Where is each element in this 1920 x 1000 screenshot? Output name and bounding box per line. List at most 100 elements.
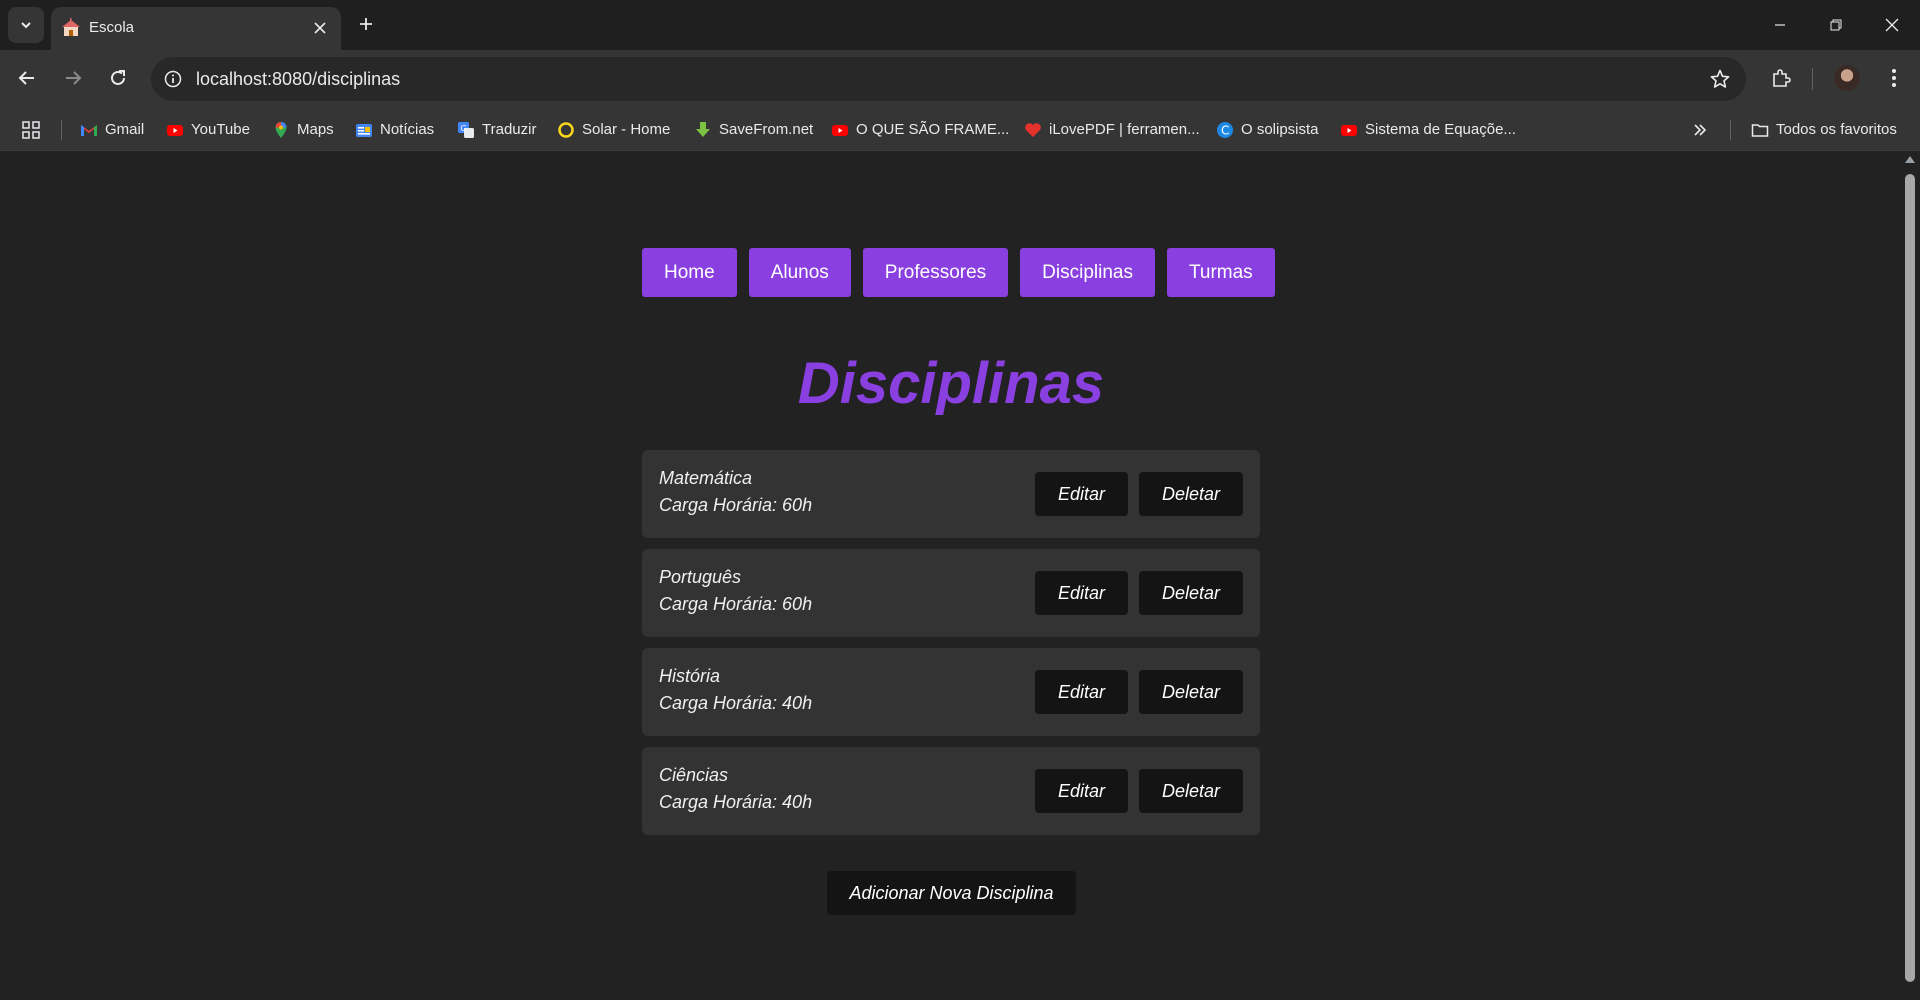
bookmark-solipsista[interactable]: C O solipsista (1216, 108, 1319, 151)
chevron-down-icon (21, 22, 31, 29)
disciplina-hours: Carga Horária: 40h (659, 693, 813, 713)
scroll-up-arrow-icon[interactable] (1905, 156, 1915, 163)
nav-turmas[interactable]: Turmas (1166, 248, 1275, 297)
page-scrollbar[interactable] (1900, 152, 1920, 1000)
delete-button[interactable]: Deletar (1139, 571, 1243, 615)
extensions-button[interactable] (1763, 60, 1799, 96)
ilovepdf-icon (1025, 122, 1041, 137)
address-bar[interactable]: localhost:8080/disciplinas (151, 57, 1746, 101)
reload-icon (111, 70, 125, 85)
edit-button[interactable]: Editar (1035, 472, 1128, 516)
disciplina-hours: Carga Horária: 60h (659, 594, 813, 614)
apps-button[interactable] (22, 108, 40, 151)
list-item: Ciências Carga Horária: 40h Editar Delet… (642, 747, 1260, 835)
news-icon (356, 123, 372, 137)
bookmark-label: Gmail (105, 121, 145, 138)
bookmark-label: Sistema de Equaçõe... (1365, 121, 1516, 138)
bookmark-savefrom[interactable]: SaveFrom.net (694, 108, 813, 151)
youtube-icon (1341, 124, 1357, 136)
restore-button[interactable] (1808, 0, 1864, 50)
bookmark-youtube[interactable]: YouTube (166, 108, 250, 151)
bookmark-maps[interactable]: Maps (272, 108, 334, 151)
browser-tab[interactable]: Escola (51, 7, 341, 50)
svg-text:G: G (461, 124, 467, 133)
forward-button[interactable] (55, 60, 91, 96)
tab-search-button[interactable] (8, 7, 44, 43)
edit-button[interactable]: Editar (1035, 571, 1128, 615)
bookmark-noticias[interactable]: Notícias (355, 108, 434, 151)
delete-button[interactable]: Deletar (1139, 670, 1243, 714)
plus-icon (360, 18, 372, 30)
reload-button[interactable] (100, 60, 136, 96)
disciplinas-list: Matemática Carga Horária: 60h Editar Del… (642, 450, 1260, 846)
list-item: Português Carga Horária: 60h Editar Dele… (642, 549, 1260, 637)
back-button[interactable] (9, 60, 45, 96)
bookmark-gmail[interactable]: Gmail (80, 108, 144, 151)
list-item: Matemática Carga Horária: 60h Editar Del… (642, 450, 1260, 538)
bookmark-ilovepdf[interactable]: iLovePDF | ferramen... (1024, 108, 1200, 151)
arrow-left-icon (18, 71, 34, 85)
all-bookmarks-button[interactable]: Todos os favoritos (1751, 108, 1897, 151)
new-tab-button[interactable] (352, 10, 380, 38)
minimize-button[interactable] (1752, 0, 1808, 50)
disciplina-name: Português (659, 567, 742, 587)
tab-title: Escola (89, 19, 135, 36)
savefrom-icon (696, 121, 710, 137)
edit-button[interactable]: Editar (1035, 769, 1128, 813)
disciplina-name: História (659, 666, 721, 686)
bookmark-label: iLovePDF | ferramen... (1049, 121, 1200, 138)
apps-grid-icon (22, 120, 40, 139)
browser-toolbar: localhost:8080/disciplinas (0, 50, 1920, 108)
bookmarks-bar: Gmail YouTube Maps Notícias G Traduzir S… (0, 108, 1920, 151)
url-text[interactable]: localhost:8080/disciplinas (196, 69, 400, 90)
translate-icon: G (458, 121, 474, 138)
bookmark-traduzir[interactable]: G Traduzir (457, 108, 536, 151)
minimize-icon (1775, 24, 1785, 26)
avatar (1834, 65, 1860, 91)
bookmark-solar[interactable]: Solar - Home (557, 108, 670, 151)
disciplina-name: Ciências (659, 765, 729, 785)
bookmark-label: Solar - Home (582, 121, 671, 138)
bookmark-star-button[interactable] (1706, 65, 1734, 93)
nav-home[interactable]: Home (642, 248, 737, 297)
bookmarks-divider (61, 120, 62, 140)
bookmark-label: SaveFrom.net (719, 121, 814, 138)
add-disciplina-button[interactable]: Adicionar Nova Disciplina (827, 871, 1076, 915)
solar-icon (558, 121, 574, 138)
close-window-button[interactable] (1864, 0, 1920, 50)
browser-tab-strip: Escola (0, 0, 1920, 50)
nav-professores[interactable]: Professores (862, 248, 1009, 297)
youtube-icon (167, 124, 183, 136)
more-bookmarks-button[interactable] (1693, 108, 1707, 151)
menu-button[interactable] (1876, 60, 1912, 96)
main-nav: Home Alunos Professores Disciplinas Turm… (642, 248, 1275, 297)
bookmark-label: Traduzir (482, 121, 537, 138)
edit-button[interactable]: Editar (1035, 670, 1128, 714)
nav-disciplinas[interactable]: Disciplinas (1020, 248, 1155, 297)
page-title: Disciplinas (797, 351, 1105, 416)
profile-button[interactable] (1829, 60, 1865, 96)
site-info-button[interactable] (159, 65, 187, 93)
nav-alunos[interactable]: Alunos (748, 248, 851, 297)
info-icon (164, 70, 182, 88)
svg-text:C: C (1221, 123, 1229, 137)
bookmark-frames[interactable]: O QUE SÃO FRAME... (831, 108, 1009, 151)
bookmark-label: O QUE SÃO FRAME... (856, 121, 1010, 138)
scrollbar-thumb[interactable] (1905, 174, 1915, 982)
delete-button[interactable]: Deletar (1139, 472, 1243, 516)
bookmark-label: YouTube (191, 121, 250, 138)
school-favicon-icon (62, 18, 80, 36)
tab-close-button[interactable] (307, 15, 333, 41)
gmail-icon (81, 124, 97, 136)
close-icon (314, 22, 326, 34)
all-bookmarks-label: Todos os favoritos (1776, 121, 1897, 138)
solipsista-icon: C (1217, 121, 1233, 138)
arrow-right-icon (66, 71, 82, 85)
delete-button[interactable]: Deletar (1139, 769, 1243, 813)
bookmark-label: Maps (297, 121, 334, 138)
kebab-menu-icon (1892, 69, 1896, 87)
bookmark-label: O solipsista (1241, 121, 1319, 138)
chevron-double-right-icon (1694, 123, 1707, 136)
restore-icon (1830, 19, 1842, 31)
bookmark-sistema[interactable]: Sistema de Equaçõe... (1340, 108, 1516, 151)
